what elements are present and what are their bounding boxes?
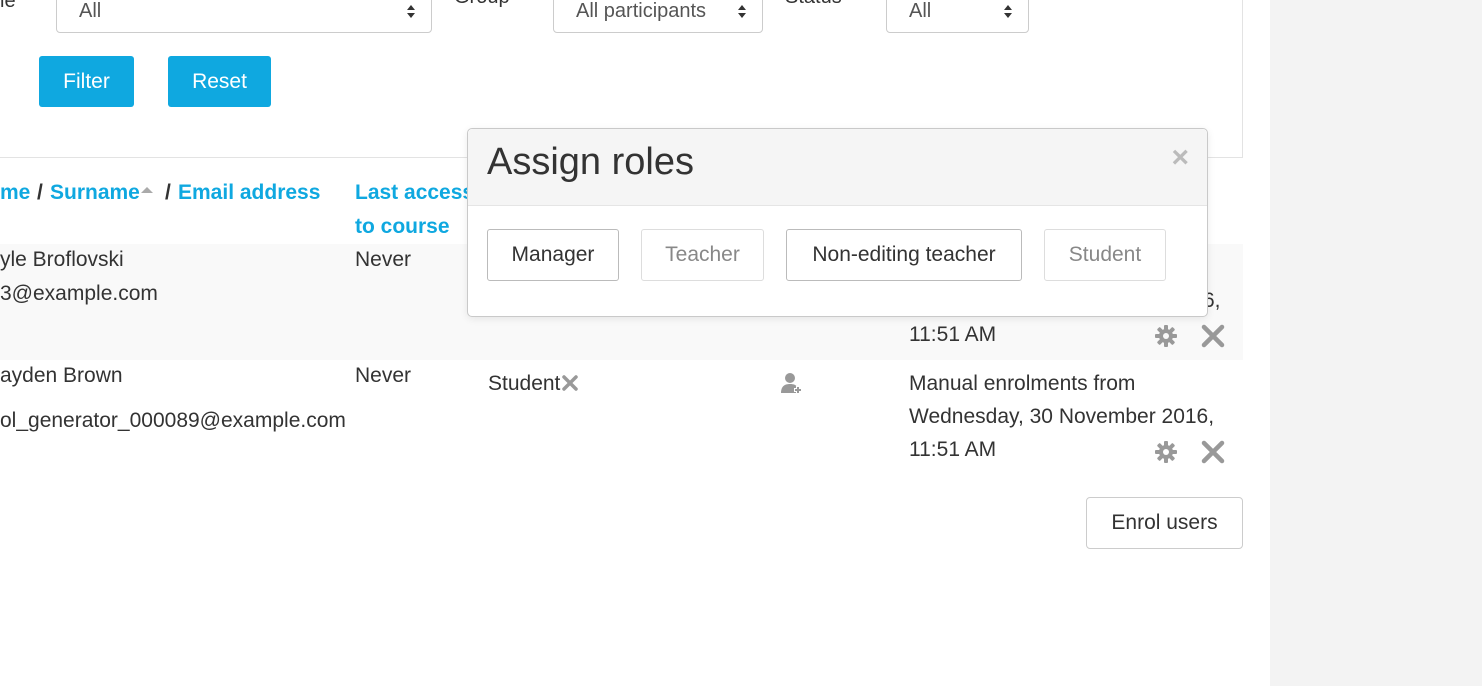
firstname-header-text: me (0, 181, 31, 204)
surname-header-text: Surname (50, 181, 140, 204)
header-separator: / (37, 181, 43, 204)
row2-enrolment-line1: Manual enrolments from (909, 372, 1136, 395)
sort-last-access-link-line2[interactable]: to course (355, 210, 450, 244)
updown-caret-icon (738, 1, 746, 21)
role-button-non-editing-teacher[interactable]: Non-editing teacher (786, 229, 1022, 281)
row1-fullname: yle Broflovski (0, 248, 124, 271)
role-button-teacher[interactable]: Teacher (641, 229, 764, 281)
sort-ascending-icon (140, 187, 153, 193)
row2-email: ol_generator_000089@example.com (0, 409, 346, 432)
role-label: Student (488, 372, 561, 395)
last-access-header-line2: to course (355, 215, 450, 238)
row1-enrolment-time: 11:51 AM (909, 323, 997, 346)
header-separator: / (165, 181, 171, 204)
role-filter-value: All (79, 0, 102, 22)
x-icon[interactable] (562, 375, 579, 391)
group-filter-select[interactable]: All participants (553, 0, 763, 33)
updown-caret-icon (1004, 1, 1012, 21)
status-filter-label: Status (785, 0, 842, 9)
sort-last-access-link[interactable]: Last access (355, 176, 474, 210)
role-filter-label: le (0, 0, 16, 12)
row2-role: Student (488, 367, 579, 401)
user-plus-icon[interactable] (780, 371, 804, 395)
row2-last-access: Never (355, 364, 412, 387)
row2-fullname: ayden Brown (0, 364, 123, 387)
row2-enrolment-line3: 11:51 AM (909, 438, 997, 461)
filter-button[interactable]: Filter (39, 56, 134, 107)
sort-firstname-link[interactable]: me (0, 176, 30, 210)
gear-icon[interactable] (1154, 440, 1178, 464)
dialog-title: Assign roles (487, 141, 694, 183)
row1-email: 3@example.com (0, 282, 158, 305)
role-filter-select[interactable]: All (56, 0, 432, 33)
role-button-manager[interactable]: Manager (487, 229, 619, 281)
group-filter-label: Group (454, 0, 510, 9)
status-filter-value: All (909, 0, 932, 22)
close-icon[interactable]: × (1171, 143, 1189, 173)
row1-last-access: Never (355, 248, 412, 271)
role-button-student[interactable]: Student (1044, 229, 1166, 281)
updown-caret-icon (407, 1, 415, 21)
last-access-header-line1: Last access (355, 181, 475, 204)
right-gutter (1270, 0, 1482, 686)
sort-surname-link[interactable]: Surname (50, 176, 153, 210)
gear-icon[interactable] (1154, 324, 1178, 348)
row2-enrolment-line2: Wednesday, 30 November 2016, (909, 405, 1215, 428)
x-icon[interactable] (1201, 440, 1225, 464)
main-content: le All Group All participants Status All… (0, 0, 1270, 686)
enrol-users-button[interactable]: Enrol users (1086, 497, 1243, 549)
email-header-text: Email address (178, 181, 321, 204)
reset-button[interactable]: Reset (168, 56, 271, 107)
assign-roles-dialog: Assign roles × Manager Teacher Non-editi… (467, 128, 1208, 317)
x-icon[interactable] (1201, 324, 1225, 348)
sort-email-link[interactable]: Email address (178, 176, 320, 210)
status-filter-select[interactable]: All (886, 0, 1029, 33)
group-filter-value: All participants (576, 0, 707, 22)
dialog-header: Assign roles × (468, 129, 1207, 206)
